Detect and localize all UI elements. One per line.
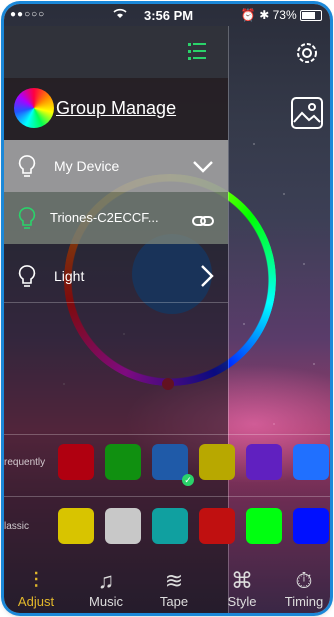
device-name-label: Triones-C2ECCF...: [50, 210, 159, 225]
selected-check-icon: ✓: [182, 474, 194, 486]
tab-timing[interactable]: ⏱ Timing: [274, 568, 330, 609]
color-swatch[interactable]: [246, 508, 282, 544]
image-icon[interactable]: [290, 96, 324, 130]
light-label: Light: [54, 268, 85, 284]
tab-music[interactable]: ♫ Music: [76, 568, 136, 609]
tab-label: Adjust: [17, 594, 55, 609]
device-row-triones[interactable]: Triones-C2ECCF...: [4, 192, 228, 244]
wave-icon: ≋: [164, 568, 184, 593]
my-device-row[interactable]: My Device: [4, 140, 228, 192]
divider: [4, 496, 330, 497]
color-swatch[interactable]: [58, 508, 94, 544]
music-note-icon: ♫: [97, 568, 115, 593]
chevron-right-icon[interactable]: [200, 264, 214, 294]
color-swatch[interactable]: [152, 508, 188, 544]
bulb-icon: [18, 154, 36, 178]
color-swatch[interactable]: [199, 508, 235, 544]
bulb-icon: [18, 264, 36, 288]
wifi-icon: [112, 7, 128, 22]
classic-caption: lassic: [4, 521, 30, 532]
light-row[interactable]: Light: [4, 250, 228, 302]
tab-label: Music: [89, 594, 123, 609]
color-swatch[interactable]: [293, 508, 329, 544]
color-swatch[interactable]: [199, 444, 235, 480]
color-orb-icon: [14, 88, 54, 128]
battery-icon: [300, 10, 322, 22]
color-swatch[interactable]: [246, 444, 282, 480]
tab-label: Tape: [159, 594, 189, 609]
color-swatch[interactable]: [293, 444, 329, 480]
phone-screen: ●●○○○ 3:56 PM ⏰ ✱ 73% Group Manage My De…: [4, 4, 330, 613]
tab-tape[interactable]: ≋ Tape: [144, 568, 204, 609]
divider: [4, 434, 330, 435]
frequently-swatch-row: requently ✓: [4, 442, 330, 486]
status-bar: ●●○○○ 3:56 PM ⏰ ✱ 73%: [4, 4, 330, 26]
sliders-icon: ⫶: [33, 568, 39, 593]
my-device-label: My Device: [54, 158, 120, 174]
tab-adjust[interactable]: ⫶ Adjust: [6, 568, 66, 609]
status-right: ⏰ ✱ 73%: [241, 8, 322, 22]
drawer-header: [4, 26, 228, 78]
battery-percent: 73%: [272, 8, 297, 22]
divider: [4, 302, 228, 303]
list-menu-icon[interactable]: [188, 40, 206, 62]
frequently-caption: requently: [4, 457, 46, 468]
command-icon: ⌘: [231, 568, 253, 593]
screenshot-frame: ●●○○○ 3:56 PM ⏰ ✱ 73% Group Manage My De…: [0, 0, 334, 617]
chevron-down-icon[interactable]: [192, 154, 214, 180]
alarm-icon: ⏰: [240, 8, 256, 22]
tab-label: Timing: [284, 594, 324, 609]
color-swatch[interactable]: [105, 508, 141, 544]
bottom-tab-bar: ⫶ Adjust ♫ Music ≋ Tape ⌘ Style ⏱ Timing: [4, 564, 330, 613]
link-icon[interactable]: [192, 208, 214, 234]
tab-label: Style: [227, 594, 257, 609]
classic-swatch-row: lassic: [4, 506, 330, 546]
status-time: 3:56 PM: [144, 8, 194, 23]
bluetooth-icon: ✱: [259, 8, 270, 22]
color-swatch[interactable]: [105, 444, 141, 480]
timer-icon: ⏱: [295, 568, 313, 593]
bulb-icon: [18, 206, 36, 230]
signal-indicator: ●●○○○: [10, 9, 46, 20]
tab-style[interactable]: ⌘ Style: [212, 568, 272, 609]
color-swatch[interactable]: [58, 444, 94, 480]
settings-gear-icon[interactable]: [294, 40, 320, 66]
color-swatch[interactable]: ✓: [152, 444, 194, 486]
group-manage-row[interactable]: Group Manage: [4, 78, 228, 140]
group-manage-label[interactable]: Group Manage: [56, 98, 176, 119]
